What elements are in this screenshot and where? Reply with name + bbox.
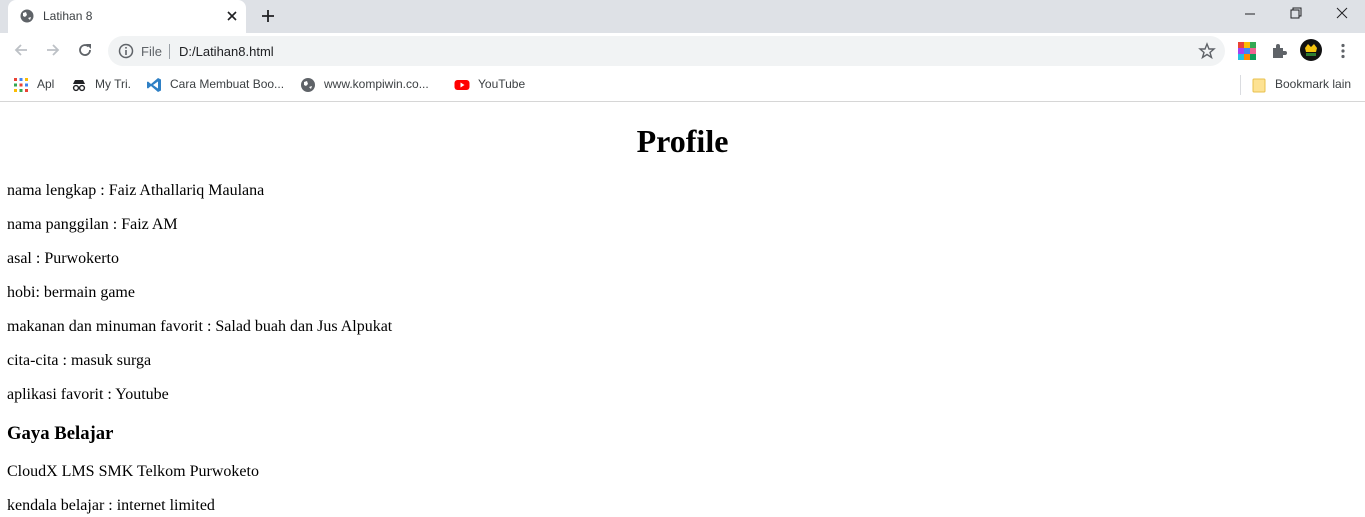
bookmarks-bar: Apl My Tri. Cara Membuat Boo... www.komp…	[0, 70, 1365, 102]
extensions-puzzle-icon[interactable]	[1270, 42, 1288, 60]
apps-grid-icon	[14, 78, 28, 92]
page-content: Profile nama lengkap : Faiz Athallariq M…	[0, 102, 1365, 517]
url-scheme-label: File	[141, 44, 162, 59]
bookmark-label: www.kompiwin.co...	[324, 77, 429, 91]
bookmarks-divider	[1240, 75, 1241, 95]
globe-icon	[301, 78, 315, 92]
forward-arrow-icon[interactable]	[44, 41, 62, 59]
tab-latihan-8[interactable]: Latihan 8	[8, 0, 246, 33]
incognito-icon	[72, 80, 86, 92]
tab-title: Latihan 8	[43, 9, 93, 23]
bookmark-label: My Tri.	[95, 77, 131, 91]
info-icon[interactable]	[118, 43, 134, 59]
profile-avatar[interactable]	[1300, 39, 1322, 61]
colorful-extension-icon[interactable]	[1238, 42, 1256, 60]
folder-icon	[1252, 78, 1266, 93]
address-bar[interactable]: File D:/Latihan8.html	[108, 36, 1225, 66]
page-title: Profile	[636, 123, 729, 159]
browser-toolbar: File D:/Latihan8.html	[0, 33, 1365, 70]
youtube-icon	[454, 80, 470, 90]
vscode-icon	[147, 78, 161, 92]
learning-obstacle-line: kendala belajar : internet limited	[7, 497, 215, 514]
profile-field-nickname: nama panggilan : Faiz AM	[7, 216, 178, 233]
globe-icon	[20, 9, 34, 23]
menu-kebab-icon[interactable]	[1334, 42, 1352, 60]
other-bookmarks-label: Bookmark lain	[1275, 77, 1352, 91]
tab-strip: Latihan 8	[0, 0, 1365, 33]
learning-platform-line: CloudX LMS SMK Telkom Purwoketo	[7, 463, 259, 480]
profile-field-full-name: nama lengkap : Faiz Athallariq Maulana	[7, 182, 265, 199]
profile-field-favorite-food: makanan dan minuman favorit : Salad buah…	[7, 318, 393, 335]
close-tab-icon[interactable]	[225, 9, 239, 23]
profile-field-favorite-app: aplikasi favorit : Youtube	[7, 386, 169, 403]
back-arrow-icon[interactable]	[12, 41, 30, 59]
scheme-separator	[169, 44, 170, 59]
bookmark-label: YouTube	[478, 77, 526, 91]
bookmark-label: Cara Membuat Boo...	[170, 77, 285, 91]
section-heading: Gaya Belajar	[7, 423, 114, 444]
profile-field-ambition: cita-cita : masuk surga	[7, 352, 152, 369]
close-window-icon[interactable]	[1332, 6, 1352, 22]
profile-field-hobby: hobi: bermain game	[7, 284, 135, 301]
profile-field-origin: asal : Purwokerto	[7, 250, 119, 267]
url-text[interactable]: D:/Latihan8.html	[179, 44, 274, 59]
new-tab-plus-icon[interactable]	[260, 8, 276, 24]
bookmark-star-icon[interactable]	[1198, 42, 1216, 60]
bookmark-label: Apl	[37, 77, 55, 91]
restore-icon[interactable]	[1286, 6, 1306, 22]
minimize-icon[interactable]	[1240, 6, 1260, 22]
reload-icon[interactable]	[76, 41, 94, 59]
